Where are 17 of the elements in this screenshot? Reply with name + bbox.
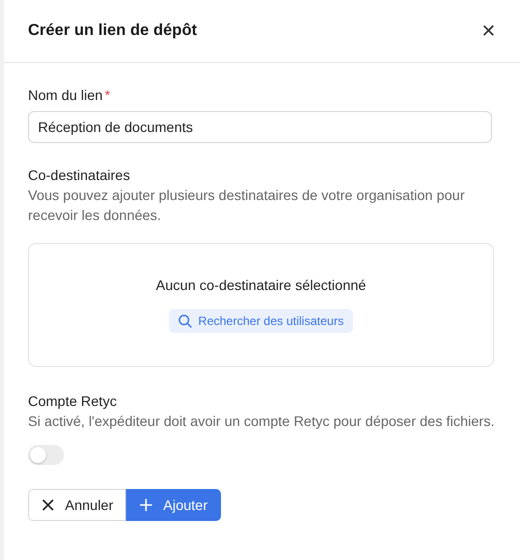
section-label: Co-destinataires <box>28 167 131 183</box>
dialog-title: Créer un lien de dépôt <box>28 22 197 40</box>
section-description: Si activé, l'expéditeur doit avoir un compte Retyc pour déposer des fichiers. <box>28 412 496 431</box>
empty-message: Aucun co-destinataire sélectionné <box>156 277 366 293</box>
cancel-button[interactable]: Annuler <box>28 489 126 521</box>
field-label: Nom du lien <box>28 87 103 103</box>
search-users-button[interactable]: Rechercher des utilisateurs <box>169 309 353 333</box>
add-button[interactable]: Ajouter <box>126 489 221 521</box>
close-icon <box>41 498 55 512</box>
section-label: Compte Retyc <box>28 393 118 409</box>
plus-icon <box>139 498 154 512</box>
input-field[interactable]: Réception de documents <box>28 111 492 143</box>
close-button[interactable]: ✕ <box>481 20 496 42</box>
section-description: Vous pouvez ajouter plusieurs destinataires de votre organisation pour recevoir les données. <box>28 186 466 225</box>
search-icon <box>178 314 192 328</box>
toggle-switch[interactable] <box>28 445 64 465</box>
required-mark: * <box>104 87 110 103</box>
